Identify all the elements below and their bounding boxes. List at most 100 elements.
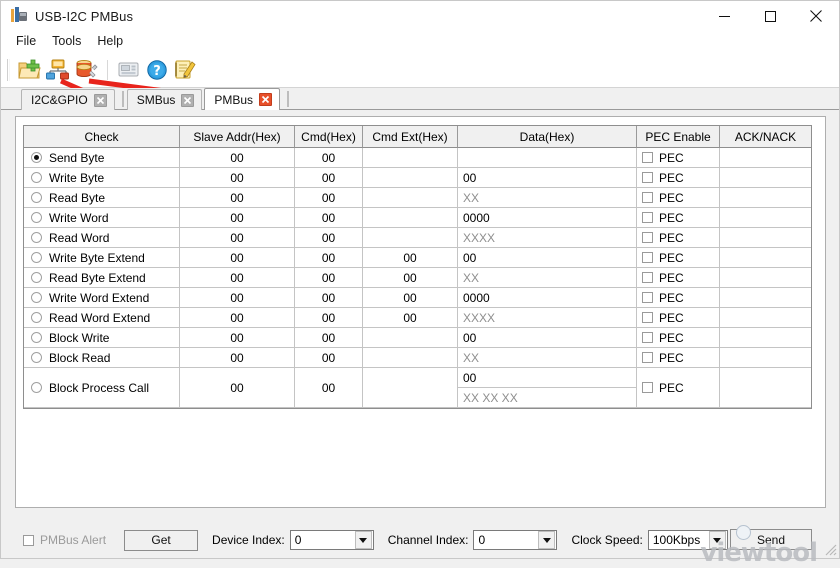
slave-addr-cell[interactable]: 00 bbox=[180, 308, 295, 328]
cmd-ext-cell[interactable]: 00 bbox=[363, 288, 458, 308]
radio-button[interactable] bbox=[31, 192, 42, 203]
grid-row-block-process-call[interactable]: Block Process Call 00 00 00 XX XX XX PEC bbox=[24, 368, 811, 408]
checkbox-box[interactable] bbox=[642, 232, 653, 243]
radio-button[interactable] bbox=[31, 352, 42, 363]
slave-addr-cell[interactable]: 00 bbox=[180, 248, 295, 268]
data-cell[interactable]: 0000 bbox=[458, 288, 637, 308]
ack-nack-cell[interactable] bbox=[720, 268, 811, 288]
ack-nack-cell[interactable] bbox=[720, 148, 811, 168]
transaction-type-cell[interactable]: Read Byte bbox=[24, 188, 180, 208]
cmd-ext-cell[interactable]: 00 bbox=[363, 308, 458, 328]
cmd-cell[interactable]: 00 bbox=[295, 368, 363, 408]
cmd-ext-cell[interactable] bbox=[363, 228, 458, 248]
col-header-cmd[interactable]: Cmd(Hex) bbox=[295, 126, 363, 148]
grid-row[interactable]: Block Write 00 00 00 PEC bbox=[24, 328, 811, 348]
help-question-icon[interactable]: ? bbox=[143, 56, 171, 84]
slave-addr-cell[interactable]: 00 bbox=[180, 268, 295, 288]
tab-i2c-gpio[interactable]: I2C&GPIO bbox=[21, 89, 115, 110]
slave-addr-cell[interactable]: 00 bbox=[180, 228, 295, 248]
pmbus-alert-checkbox[interactable]: PMBus Alert bbox=[23, 533, 106, 547]
pec-enable-cell[interactable]: PEC bbox=[637, 148, 720, 168]
grid-row[interactable]: Read Word 00 00 XXXX PEC bbox=[24, 228, 811, 248]
checkbox-box[interactable] bbox=[642, 332, 653, 343]
pec-enable-cell[interactable]: PEC bbox=[637, 268, 720, 288]
data-cell[interactable]: 0000 bbox=[458, 208, 637, 228]
data-cell[interactable]: 00 XX XX XX bbox=[458, 368, 637, 408]
close-icon[interactable] bbox=[93, 93, 107, 107]
ack-nack-cell[interactable] bbox=[720, 368, 811, 408]
device-panel-icon[interactable] bbox=[115, 56, 143, 84]
transaction-type-cell[interactable]: Write Word Extend bbox=[24, 288, 180, 308]
cmd-cell[interactable]: 00 bbox=[295, 328, 363, 348]
slave-addr-cell[interactable]: 00 bbox=[180, 328, 295, 348]
checkbox-box[interactable] bbox=[642, 192, 653, 203]
cmd-cell[interactable]: 00 bbox=[295, 268, 363, 288]
grid-row[interactable]: Read Word Extend 00 00 00 XXXX PEC bbox=[24, 308, 811, 328]
cmd-cell[interactable]: 00 bbox=[295, 188, 363, 208]
transaction-type-cell[interactable]: Write Word bbox=[24, 208, 180, 228]
slave-addr-cell[interactable]: 00 bbox=[180, 148, 295, 168]
close-icon[interactable] bbox=[259, 93, 273, 106]
resize-grip[interactable] bbox=[823, 542, 837, 556]
radio-button[interactable] bbox=[31, 272, 42, 283]
checkbox-box[interactable] bbox=[642, 252, 653, 263]
checkbox-box[interactable] bbox=[23, 534, 34, 546]
get-button[interactable]: Get bbox=[124, 529, 199, 551]
ack-nack-cell[interactable] bbox=[720, 328, 811, 348]
data-cell[interactable]: 00 bbox=[458, 248, 637, 268]
menu-file[interactable]: File bbox=[9, 32, 45, 51]
transaction-type-cell[interactable]: Write Byte Extend bbox=[24, 248, 180, 268]
radio-button[interactable] bbox=[31, 382, 42, 393]
col-header-pec[interactable]: PEC Enable bbox=[637, 126, 720, 148]
radio-button[interactable] bbox=[31, 292, 42, 303]
col-header-check[interactable]: Check bbox=[24, 126, 180, 148]
close-icon[interactable] bbox=[181, 93, 195, 107]
cmd-ext-cell[interactable] bbox=[363, 188, 458, 208]
radio-button[interactable] bbox=[31, 152, 42, 163]
toolbar-grip[interactable] bbox=[7, 59, 10, 81]
pec-enable-cell[interactable]: PEC bbox=[637, 368, 720, 408]
chevron-down-icon[interactable] bbox=[354, 531, 372, 549]
ack-nack-cell[interactable] bbox=[720, 308, 811, 328]
device-index-select[interactable]: 0 bbox=[289, 530, 374, 550]
checkbox-box[interactable] bbox=[642, 382, 653, 393]
grid-row[interactable]: Write Byte Extend 00 00 00 00 PEC bbox=[24, 248, 811, 268]
grid-row[interactable]: Send Byte 00 00 PEC bbox=[24, 148, 811, 168]
cmd-cell[interactable]: 00 bbox=[295, 228, 363, 248]
col-header-slave[interactable]: Slave Addr(Hex) bbox=[180, 126, 295, 148]
grid-row[interactable]: Block Read 00 00 XX PEC bbox=[24, 348, 811, 368]
cmd-cell[interactable]: 00 bbox=[295, 308, 363, 328]
data-cell[interactable]: XX bbox=[458, 268, 637, 288]
cmd-ext-cell[interactable]: 00 bbox=[363, 248, 458, 268]
radio-button[interactable] bbox=[31, 172, 42, 183]
menu-tools[interactable]: Tools bbox=[45, 32, 90, 51]
data-cell[interactable]: XX bbox=[458, 348, 637, 368]
tab-smbus[interactable]: SMBus bbox=[126, 89, 203, 110]
checkbox-box[interactable] bbox=[642, 212, 653, 223]
pec-enable-cell[interactable]: PEC bbox=[637, 308, 720, 328]
transaction-type-cell[interactable]: Read Byte Extend bbox=[24, 268, 180, 288]
ack-nack-cell[interactable] bbox=[720, 228, 811, 248]
database-tools-icon[interactable] bbox=[72, 56, 100, 84]
col-header-ack[interactable]: ACK/NACK bbox=[720, 126, 811, 148]
transaction-type-cell[interactable]: Block Process Call bbox=[24, 368, 180, 408]
checkbox-box[interactable] bbox=[642, 312, 653, 323]
data-cell[interactable] bbox=[458, 148, 637, 168]
slave-addr-cell[interactable]: 00 bbox=[180, 188, 295, 208]
slave-addr-cell[interactable]: 00 bbox=[180, 368, 295, 408]
pec-enable-cell[interactable]: PEC bbox=[637, 208, 720, 228]
grid-row[interactable]: Write Word 00 00 0000 PEC bbox=[24, 208, 811, 228]
ack-nack-cell[interactable] bbox=[720, 188, 811, 208]
slave-addr-cell[interactable]: 00 bbox=[180, 168, 295, 188]
cmd-ext-cell[interactable] bbox=[363, 348, 458, 368]
pec-enable-cell[interactable]: PEC bbox=[637, 228, 720, 248]
channel-index-select[interactable]: 0 bbox=[473, 530, 558, 550]
col-header-data[interactable]: Data(Hex) bbox=[458, 126, 637, 148]
pec-enable-cell[interactable]: PEC bbox=[637, 188, 720, 208]
cmd-ext-cell[interactable] bbox=[363, 328, 458, 348]
ack-nack-cell[interactable] bbox=[720, 248, 811, 268]
slave-addr-cell[interactable]: 00 bbox=[180, 208, 295, 228]
ack-nack-cell[interactable] bbox=[720, 348, 811, 368]
data-write-subcell[interactable]: 00 bbox=[458, 368, 636, 388]
col-header-cmd-ext[interactable]: Cmd Ext(Hex) bbox=[363, 126, 458, 148]
